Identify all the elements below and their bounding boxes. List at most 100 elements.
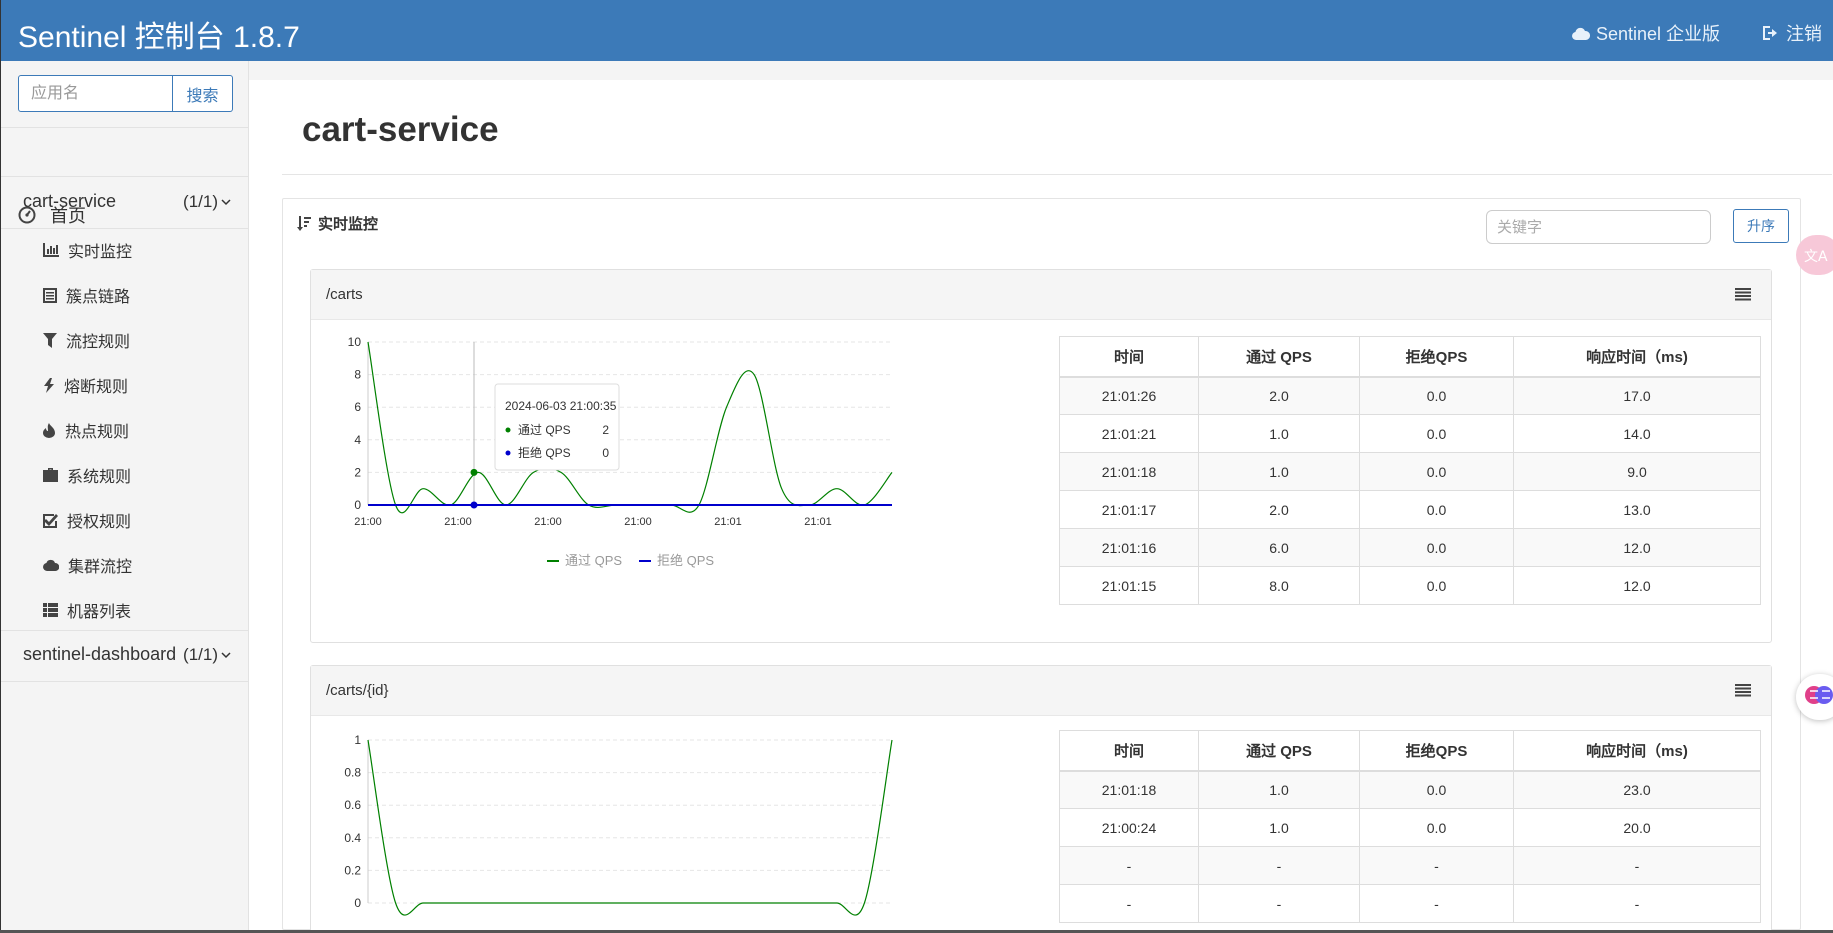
table-row: ---- (1059, 846, 1761, 885)
app-count: (1/1) (183, 192, 231, 212)
x-tick-label: 21:01 (804, 516, 832, 528)
table-header-row: 时间 通过 QPS 拒绝QPS 响应时间（ms) (1059, 730, 1761, 772)
app-name: cart-service (23, 191, 117, 211)
table-cell: - (1513, 846, 1761, 885)
table-row: 21:01:16 6.0 0.0 12.0 (1059, 528, 1761, 567)
table-row: 21:01:18 1.0 0.0 9.0 (1059, 452, 1761, 491)
table-cell: 1.0 (1198, 770, 1360, 809)
table-header-row: 时间 通过 QPS 拒绝QPS 响应时间（ms) (1059, 336, 1761, 378)
menu-icon[interactable] (1735, 684, 1751, 697)
bar-chart-icon (43, 243, 59, 257)
logout-link[interactable]: 注销 (1762, 20, 1822, 46)
column-header: 响应时间（ms) (1513, 336, 1761, 378)
logout-icon (1763, 26, 1777, 40)
y-tick-label: 1 (354, 733, 361, 747)
chart-tooltip: 2024-06-03 21:00:35 通过 QPS 2 拒绝 QPS 0 (494, 383, 620, 471)
table-cell: - (1198, 884, 1360, 923)
app-search-input[interactable] (18, 75, 173, 112)
ai-assistant-button[interactable] (1796, 674, 1833, 720)
stats-table: 时间 通过 QPS 拒绝QPS 响应时间（ms) 21:01:18 1.0 0.0 2… (1059, 730, 1761, 923)
sidebar-item-label: 系统规则 (67, 469, 132, 486)
chevron-down-icon (221, 651, 231, 658)
sidebar-item-label: 流控规则 (66, 334, 131, 351)
sidebar-item-realtime-monitor[interactable]: 实时监控 (43, 238, 132, 262)
table-row: ---- (1059, 884, 1761, 923)
table-row: 21:01:17 2.0 0.0 13.0 (1059, 490, 1761, 529)
app-frame: Sentinel 控制台 1.8.7 Sentinel 企业版 注销 搜索 首页… (1, 0, 1833, 930)
sort-icon (297, 216, 311, 231)
sidebar-item-auth-rules[interactable]: 授权规则 (43, 508, 131, 532)
resource-card: /carts/{id} 0 0.2 0.4 0.6 0.8 1 时间 通过 QPS 拒绝Q… (310, 665, 1772, 930)
y-tick-label: 8 (354, 368, 361, 382)
sidebar-item-flow-rules[interactable]: 流控规则 (43, 328, 130, 352)
table-cell: 12.0 (1513, 566, 1761, 605)
sidebar-item-param-rules[interactable]: 热点规则 (43, 418, 129, 442)
x-tick-label: 21:01 (714, 516, 742, 528)
briefcase-icon (43, 468, 58, 482)
tooltip-block-value: 0 (602, 446, 609, 460)
column-header: 拒绝QPS (1359, 336, 1514, 378)
svg-text:文A: 文A (1804, 249, 1828, 265)
sidebar-item-label: 热点规则 (65, 424, 130, 441)
sidebar-item-cluster-flow[interactable]: 集群流控 (43, 553, 132, 577)
sidebar-divider (1, 681, 249, 682)
sidebar-divider (1, 176, 249, 177)
sort-asc-button[interactable]: 升序 (1733, 209, 1789, 243)
table-cell: 9.0 (1513, 452, 1761, 491)
card-header: /carts (311, 270, 1771, 320)
sidebar-item-label: 集群流控 (68, 559, 133, 576)
sidebar-divider (1, 127, 249, 128)
sidebar-app-cart-service[interactable]: cart-service (1/1) (23, 191, 231, 212)
menu-icon[interactable] (1735, 288, 1751, 301)
monitor-panel: 实时监控 升序 /carts 024681021:0021:0021:0021:… (282, 198, 1801, 930)
sidebar-item-machine-list[interactable]: 机器列表 (43, 598, 131, 622)
sidebar-item-label: 授权规则 (67, 514, 132, 531)
sidebar-divider (1, 630, 249, 631)
search-button[interactable]: 搜索 (173, 75, 233, 112)
table-cell: 23.0 (1513, 770, 1761, 809)
sidebar-item-degrade-rules[interactable]: 熔断规则 (43, 373, 128, 397)
translate-extension-button[interactable]: 文A (1796, 235, 1833, 275)
x-tick-label: 21:00 (624, 516, 652, 528)
sidebar-item-label: 实时监控 (68, 244, 133, 261)
translate-icon: 文A (1804, 249, 1828, 265)
cloud-icon (43, 559, 59, 571)
keyword-input[interactable] (1486, 210, 1711, 244)
y-tick-label: 0.6 (344, 798, 361, 812)
table-cell: 0.0 (1359, 376, 1514, 415)
table-cell: 13.0 (1513, 490, 1761, 529)
sidebar-item-system-rules[interactable]: 系统规则 (43, 463, 131, 487)
qps-chart[interactable]: 024681021:00 21:00 21:00 21:00 21:01 21:01202… (311, 320, 1011, 620)
x-tick-label: 21:00 (444, 516, 472, 528)
qps-chart[interactable]: 0 0.2 0.4 0.6 0.8 1 (311, 716, 1011, 930)
panel-title: 实时监控 (318, 216, 379, 233)
table-cell: 0.0 (1359, 528, 1514, 567)
table-cell: 21:01:16 (1059, 528, 1199, 567)
sidebar-app-sentinel-dashboard[interactable]: sentinel-dashboard (1/1) (23, 644, 231, 665)
chevron-down-icon (221, 198, 231, 205)
table-cell: 0.0 (1359, 808, 1514, 847)
table-cell: 17.0 (1513, 376, 1761, 415)
table-cell: 12.0 (1513, 528, 1761, 567)
tooltip-pass-label: 通过 QPS (518, 423, 571, 437)
table-cell: 21:01:21 (1059, 414, 1199, 453)
tooltip-time: 2024-06-03 21:00:35 (505, 399, 617, 413)
column-header: 响应时间（ms) (1513, 730, 1761, 772)
table-cell: 0.0 (1359, 490, 1514, 529)
app-name: sentinel-dashboard (23, 644, 177, 664)
table-cell: - (1198, 846, 1360, 885)
enterprise-link[interactable]: Sentinel 企业版 (1572, 20, 1720, 46)
table-row: 21:01:15 8.0 0.0 12.0 (1059, 566, 1761, 605)
table-cell: - (1513, 884, 1761, 923)
enterprise-label: Sentinel 企业版 (1596, 24, 1721, 44)
tooltip-pass-value: 2 (602, 423, 609, 437)
table-cell: 1.0 (1198, 808, 1360, 847)
column-header: 时间 (1059, 730, 1199, 772)
table-cell: 20.0 (1513, 808, 1761, 847)
app-count: (1/1) (183, 645, 231, 665)
sidebar-item-cluster-link[interactable]: 簇点链路 (43, 283, 130, 307)
top-navbar: Sentinel 控制台 1.8.7 Sentinel 企业版 注销 (1, 0, 1833, 61)
app-title[interactable]: Sentinel 控制台 1.8.7 (18, 12, 300, 56)
series-line (367, 739, 893, 916)
filter-icon (43, 332, 57, 348)
